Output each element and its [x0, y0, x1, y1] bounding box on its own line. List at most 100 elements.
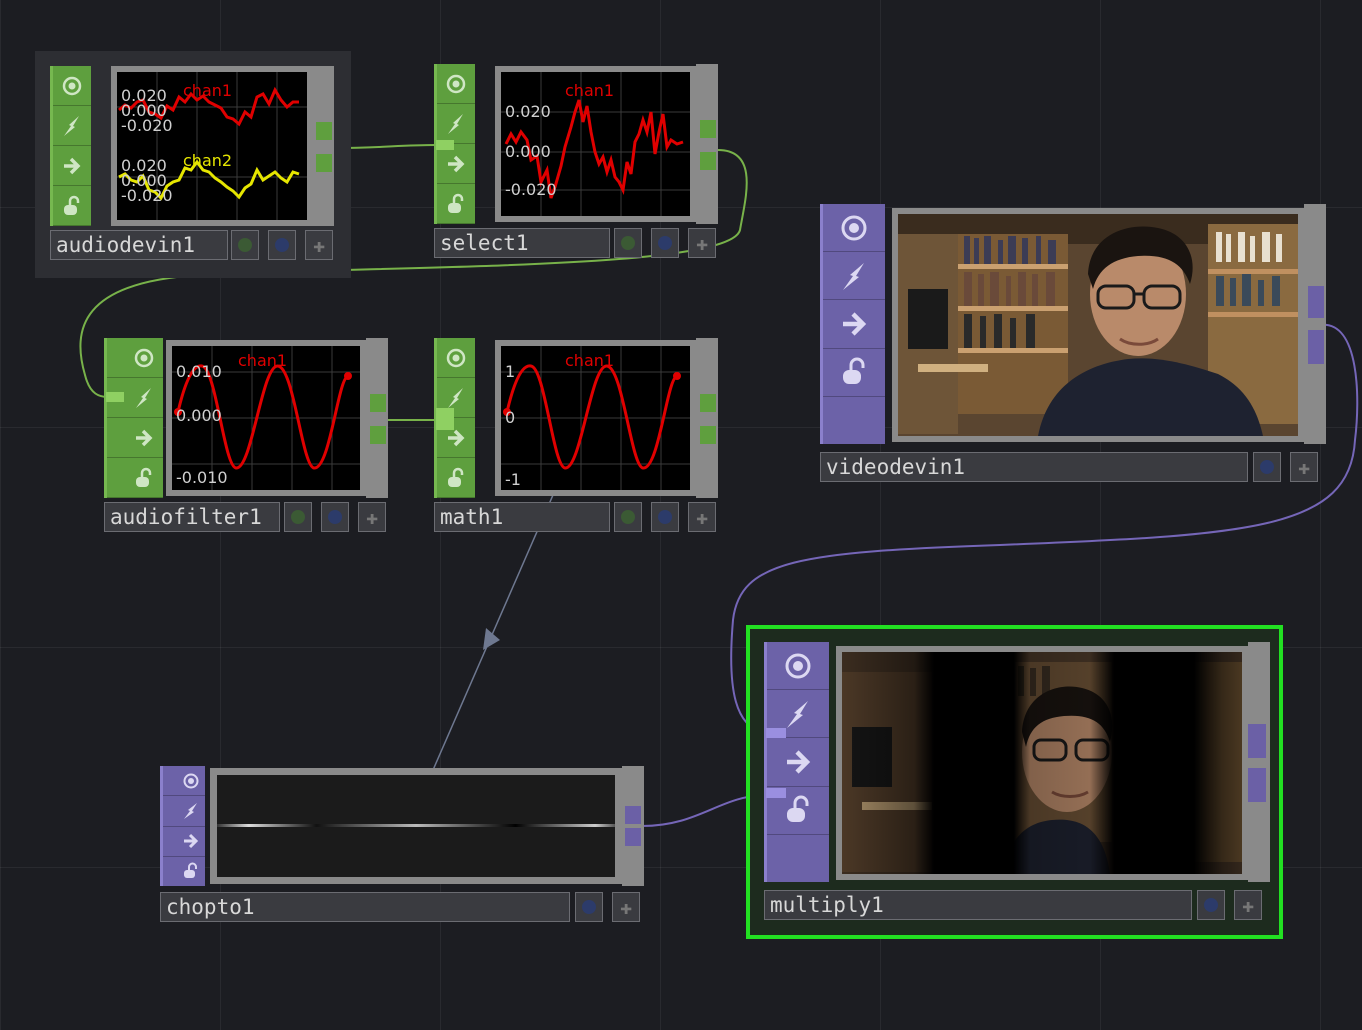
node-name-label[interactable]: videodevin1 — [820, 452, 1248, 482]
wire-math1-chopto1 — [432, 494, 554, 771]
viewer-toggle-icon[interactable] — [823, 204, 885, 253]
node-audiofilter1[interactable]: 0.010 0.000 -0.010 chan1 — [104, 338, 390, 498]
output-connector[interactable] — [370, 394, 386, 412]
output-connector[interactable] — [1308, 330, 1324, 364]
node-math1[interactable]: 1 0 -1 chan1 — [434, 338, 720, 498]
node-multiply1[interactable] — [764, 642, 1270, 882]
bypass-button[interactable]: ✚ — [612, 892, 640, 922]
chopto1-viewer — [210, 768, 622, 884]
node-name-label[interactable]: chopto1 — [160, 892, 570, 922]
display-flag-button[interactable] — [575, 892, 603, 922]
output-connector[interactable] — [625, 806, 641, 824]
node-name-label[interactable]: audiodevin1 — [50, 230, 228, 260]
output-connector[interactable] — [1248, 724, 1266, 758]
lightning-icon[interactable] — [823, 252, 885, 301]
lock-icon[interactable] — [823, 349, 885, 397]
display-flag-icon — [275, 238, 289, 252]
cook-flag-button[interactable] — [231, 230, 259, 260]
cook-flag-button[interactable] — [614, 502, 642, 532]
node-select1[interactable]: 0.020 0.000 -0.020 chan1 — [434, 64, 720, 224]
lightning-icon[interactable] — [437, 104, 475, 144]
channel-label: chan1 — [565, 351, 615, 370]
node-sidebar — [764, 642, 829, 882]
node-chopto1[interactable] — [160, 766, 644, 886]
input-connector[interactable] — [436, 140, 454, 150]
node-videodevin1[interactable] — [820, 204, 1326, 444]
bypass-button[interactable]: ✚ — [688, 502, 716, 532]
input-connector[interactable] — [106, 392, 124, 402]
wire-audiodevin1-select1 — [335, 144, 437, 149]
display-flag-button[interactable] — [651, 502, 679, 532]
lock-icon[interactable] — [437, 458, 475, 498]
lock-icon[interactable] — [107, 458, 163, 498]
bypass-button[interactable]: ✚ — [305, 230, 333, 260]
input-connector[interactable] — [436, 408, 454, 430]
axis-label: 0 — [505, 408, 516, 427]
videodevin1-camera-image — [892, 208, 1304, 442]
viewer-toggle-icon[interactable] — [767, 642, 829, 691]
arrow-right-icon[interactable] — [53, 146, 91, 186]
lock-icon[interactable] — [53, 186, 91, 226]
plus-icon: ✚ — [312, 233, 326, 257]
viewer-toggle-icon[interactable] — [437, 338, 475, 378]
bypass-button[interactable]: ✚ — [688, 228, 716, 258]
node-audiodevin1[interactable]: 0.020 0.000 -0.020 chan1 0.020 0.000 -0.… — [50, 66, 338, 226]
input-connector[interactable] — [766, 788, 786, 798]
wire-direction-arrow — [483, 628, 500, 650]
cook-flag-button[interactable] — [614, 228, 642, 258]
node-name-label[interactable]: audiofilter1 — [104, 502, 280, 532]
masked-camera-scene — [842, 652, 1242, 874]
bypass-button[interactable]: ✚ — [1290, 452, 1318, 482]
plus-icon: ✚ — [619, 895, 633, 919]
arrow-right-icon[interactable] — [767, 738, 829, 787]
lightning-icon[interactable] — [53, 106, 91, 146]
display-flag-button[interactable] — [1253, 452, 1281, 482]
display-flag-button[interactable] — [651, 228, 679, 258]
node-sidebar — [50, 66, 91, 226]
lightning-icon[interactable] — [163, 796, 205, 827]
display-flag-button[interactable] — [1197, 890, 1225, 920]
output-connector[interactable] — [625, 828, 641, 846]
display-flag-icon — [658, 236, 672, 250]
channel-label: chan1 — [238, 351, 288, 370]
math1-viewer: 1 0 -1 chan1 — [495, 340, 696, 496]
node-sidebar — [820, 204, 885, 444]
display-flag-button[interactable] — [268, 230, 296, 260]
output-connector[interactable] — [1308, 286, 1324, 318]
display-flag-button[interactable] — [321, 502, 349, 532]
node-name-label[interactable]: math1 — [434, 502, 610, 532]
arrow-right-icon[interactable] — [823, 300, 885, 349]
output-connector[interactable] — [700, 426, 716, 444]
node-name-label[interactable]: multiply1 — [764, 890, 1192, 920]
axis-label: 0.000 — [505, 142, 551, 161]
output-connector[interactable] — [700, 152, 716, 170]
output-rail — [1248, 642, 1270, 882]
bypass-button[interactable]: ✚ — [1234, 890, 1262, 920]
viewer-toggle-icon[interactable] — [53, 66, 91, 106]
output-connector[interactable] — [700, 394, 716, 412]
output-connector[interactable] — [370, 426, 386, 444]
output-connector[interactable] — [316, 122, 332, 140]
bypass-button[interactable]: ✚ — [358, 502, 386, 532]
node-name-label[interactable]: select1 — [434, 228, 610, 258]
lock-icon[interactable] — [437, 184, 475, 224]
chopto1-line-image — [217, 824, 615, 827]
output-rail — [696, 64, 718, 224]
cook-flag-button[interactable] — [284, 502, 312, 532]
viewer-toggle-icon[interactable] — [107, 338, 163, 378]
arrow-right-icon[interactable] — [107, 418, 163, 458]
viewer-toggle-icon[interactable] — [437, 64, 475, 104]
output-connector[interactable] — [316, 154, 332, 172]
arrow-right-icon[interactable] — [437, 144, 475, 184]
lock-icon[interactable] — [163, 857, 205, 886]
viewer-toggle-icon[interactable] — [163, 766, 205, 797]
output-connector[interactable] — [1248, 768, 1266, 802]
axis-label: -1 — [505, 470, 521, 489]
axis-label: -0.020 — [121, 116, 173, 135]
output-connector[interactable] — [700, 120, 716, 138]
arrow-right-icon[interactable] — [163, 827, 205, 857]
node-sidebar — [104, 338, 163, 498]
input-connector[interactable] — [766, 728, 786, 738]
